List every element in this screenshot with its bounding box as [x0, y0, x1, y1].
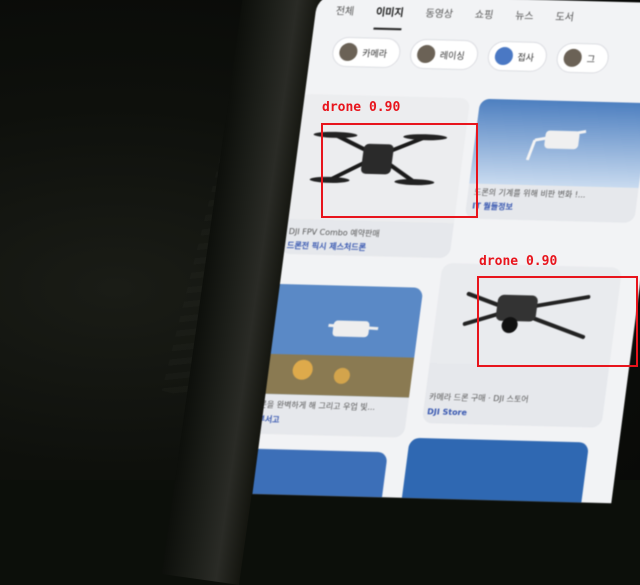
closeup-thumbnail-icon	[493, 46, 514, 66]
tab-images[interactable]: 이미지	[373, 3, 405, 31]
result-caption: 카메라 드론 구매 · DJI 스토어	[428, 392, 530, 404]
chip-label: 그	[586, 54, 596, 65]
drone-image	[469, 98, 640, 188]
chip-label: 접사	[516, 52, 535, 64]
detection-label: drone 0.90	[479, 254, 558, 269]
search-tabs: 전체 이미지 동영상 쇼핑 뉴스 도서	[333, 3, 640, 38]
chip-more[interactable]: 그	[555, 42, 611, 74]
chip-racing[interactable]: 레이싱	[408, 38, 480, 71]
detection-box	[321, 123, 478, 218]
chip-camera[interactable]: 카메라	[330, 36, 403, 69]
result-source: DJI Store	[426, 407, 468, 418]
drone-thumbnail-icon	[562, 48, 584, 68]
chip-label: 카메라	[361, 48, 388, 60]
drone-image	[252, 283, 424, 398]
result-source: 드론전 픽시 제스처드론	[286, 240, 367, 253]
chip-label: 레이싱	[439, 50, 466, 62]
result-caption: DJI FPV Combo 예약판매	[288, 226, 381, 239]
tab-news[interactable]: 뉴스	[513, 7, 535, 33]
detection-label: drone 0.90	[322, 100, 401, 115]
filter-chips: 카메라 레이싱 접사 그	[330, 36, 611, 74]
camera-thumbnail-icon	[338, 42, 359, 62]
detection-box	[477, 276, 638, 367]
tab-shopping[interactable]: 쇼핑	[473, 6, 495, 32]
result-card[interactable]	[400, 437, 590, 504]
result-card[interactable]	[252, 447, 388, 504]
result-card[interactable]: 드론을 완벽하게 해 그리고 우업 빛... 정부서고	[252, 283, 424, 438]
phone-screen: 전체 이미지 동영상 쇼핑 뉴스 도서 카메라 레이싱 접사 그 DJI FPV…	[252, 0, 640, 504]
result-caption: 드론의 기계를 위해 비판 변화 !...	[473, 187, 587, 200]
tab-all[interactable]: 전체	[333, 3, 355, 29]
tab-videos[interactable]: 동영상	[423, 5, 454, 32]
racing-thumbnail-icon	[415, 44, 437, 64]
chip-closeup[interactable]: 접사	[485, 40, 550, 73]
tab-books[interactable]: 도서	[553, 8, 575, 34]
result-card[interactable]: 드론의 기계를 위해 비판 변화 !... IT 월들정보	[464, 98, 640, 223]
result-caption: 드론을 완벽하게 해 그리고 우업 빛...	[252, 399, 376, 412]
